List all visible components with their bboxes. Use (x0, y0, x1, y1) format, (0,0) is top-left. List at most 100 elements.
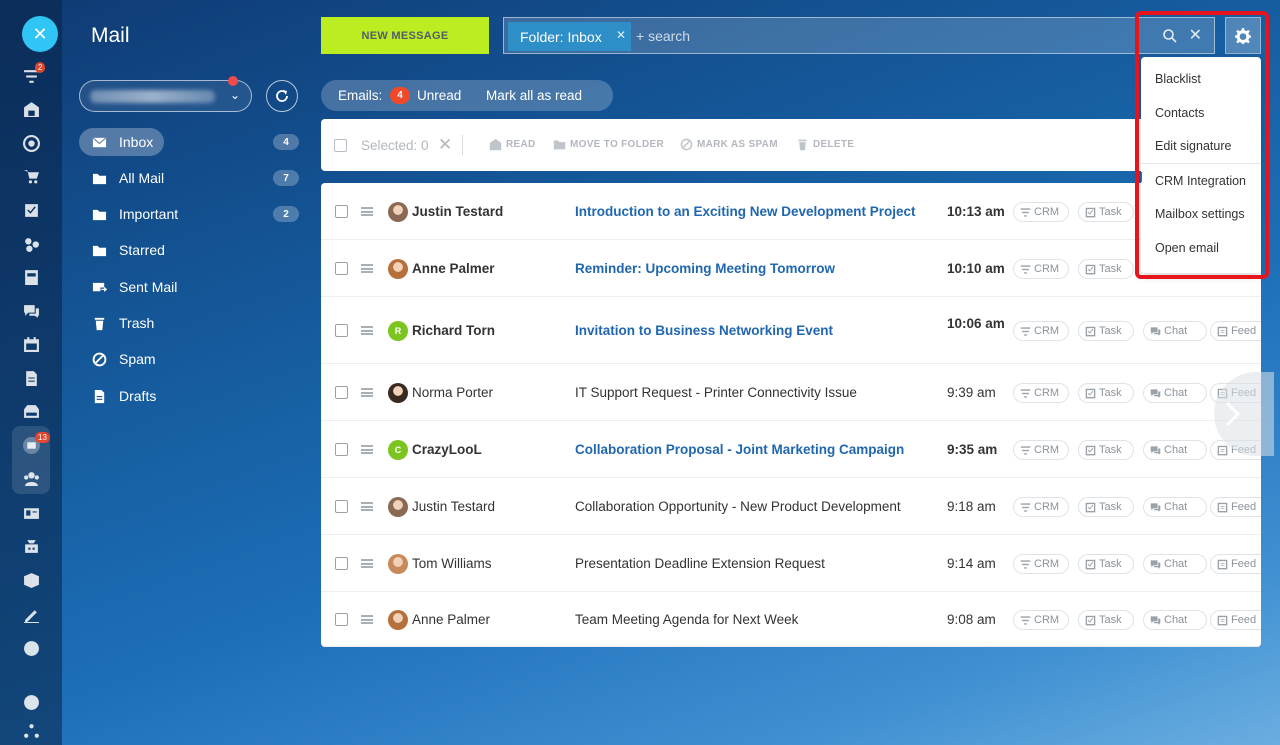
email-subject[interactable]: Collaboration Proposal - Joint Marketing… (575, 442, 904, 457)
drag-handle-icon[interactable] (361, 559, 373, 568)
email-row[interactable]: Justin Testard Introduction to an Excitin… (321, 183, 1261, 240)
unread-filter-link[interactable]: Unread (417, 88, 461, 103)
folder-important[interactable]: Important 2 (79, 200, 299, 228)
robot-icon[interactable] (20, 535, 42, 557)
clear-selection-icon[interactable]: ✕ (438, 135, 452, 155)
search-input[interactable]: + search (636, 28, 690, 44)
email-subject[interactable]: IT Support Request - Printer Connectivit… (575, 385, 857, 400)
task-button[interactable]: Task (1078, 440, 1134, 460)
team-icon[interactable] (20, 467, 42, 489)
folder-inbox[interactable]: Inbox 4 (79, 128, 299, 156)
feed-button[interactable]: Feed (1210, 497, 1261, 517)
chat-button[interactable]: Chat (1143, 383, 1207, 403)
row-checkbox[interactable] (335, 324, 348, 337)
contact-card-icon[interactable] (20, 502, 42, 524)
email-subject[interactable]: Invitation to Business Networking Event (575, 323, 833, 338)
chat-button[interactable]: Chat (1143, 321, 1207, 341)
remove-filter-icon[interactable]: ✕ (616, 28, 626, 42)
tasks-icon[interactable] (20, 199, 42, 221)
more-icon[interactable] (20, 637, 42, 659)
folder-starred[interactable]: Starred (79, 236, 299, 264)
sites-icon[interactable] (20, 233, 42, 255)
network-icon[interactable] (20, 720, 42, 742)
home-icon[interactable] (20, 98, 42, 120)
close-icon[interactable]: ✕ (22, 16, 58, 52)
row-checkbox[interactable] (335, 500, 348, 513)
crm-button[interactable]: CRM (1013, 497, 1069, 517)
row-checkbox[interactable] (335, 443, 348, 456)
email-subject[interactable]: Team Meeting Agenda for Next Week (575, 612, 798, 627)
box-icon[interactable] (20, 569, 42, 591)
task-button[interactable]: Task (1078, 497, 1134, 517)
email-row[interactable]: Norma Porter IT Support Request - Printer… (321, 364, 1261, 421)
email-subject[interactable]: Presentation Deadline Extension Request (575, 556, 825, 571)
sign-icon[interactable] (20, 603, 42, 625)
email-row[interactable]: R Richard Torn Invitation to Business Netw… (321, 297, 1261, 364)
drag-handle-icon[interactable] (361, 502, 373, 511)
mark-read-button[interactable]: READ (489, 138, 536, 151)
drag-handle-icon[interactable] (361, 264, 373, 273)
crm-button[interactable]: CRM (1013, 610, 1069, 630)
mark-as-spam-button[interactable]: MARK AS SPAM (680, 138, 778, 151)
target-icon[interactable] (20, 132, 42, 154)
delete-button[interactable]: DELETE (796, 138, 854, 151)
crm-button[interactable]: CRM (1013, 554, 1069, 574)
task-button[interactable]: Task (1078, 383, 1134, 403)
folder-spam[interactable]: Spam (79, 345, 299, 373)
row-checkbox[interactable] (335, 205, 348, 218)
folder-all-mail[interactable]: All Mail 7 (79, 164, 299, 192)
email-subject[interactable]: Collaboration Opportunity - New Product … (575, 499, 901, 514)
refresh-button[interactable] (266, 80, 298, 112)
crm-button[interactable]: CRM (1013, 259, 1069, 279)
row-checkbox[interactable] (335, 262, 348, 275)
folder-trash[interactable]: Trash (79, 309, 299, 337)
email-subject[interactable]: Introduction to an Exciting New Developm… (575, 204, 916, 219)
crm-button[interactable]: CRM (1013, 383, 1069, 403)
task-button[interactable]: Task (1078, 321, 1134, 341)
drag-handle-icon[interactable] (361, 445, 373, 454)
folder-filter-chip[interactable]: Folder: Inbox ✕ (508, 22, 631, 51)
select-all-checkbox[interactable] (334, 139, 347, 152)
chat-button[interactable]: Chat (1143, 497, 1207, 517)
email-row[interactable]: Anne Palmer Reminder: Upcoming Meeting To… (321, 240, 1261, 297)
row-checkbox[interactable] (335, 386, 348, 399)
drag-handle-icon[interactable] (361, 207, 373, 216)
search-bar[interactable]: Folder: Inbox ✕ + search ✕ (503, 17, 1215, 54)
email-row[interactable]: C CrazyLooL Collaboration Proposal - Joint… (321, 421, 1261, 478)
crm-button[interactable]: CRM (1013, 440, 1069, 460)
task-button[interactable]: Task (1078, 202, 1134, 222)
cart-icon[interactable] (20, 165, 42, 187)
email-row[interactable]: Anne Palmer Team Meeting Agenda for Next … (321, 592, 1261, 647)
drag-handle-icon[interactable] (361, 326, 373, 335)
feed-button[interactable]: Feed (1210, 610, 1261, 630)
mark-all-read-link[interactable]: Mark all as read (486, 88, 582, 103)
chat-icon[interactable] (20, 300, 42, 322)
task-button[interactable]: Task (1078, 610, 1134, 630)
email-row[interactable]: Tom Williams Presentation Deadline Extens… (321, 535, 1261, 592)
feed-button[interactable]: Feed (1210, 321, 1261, 341)
folder-drafts[interactable]: Drafts (79, 382, 299, 410)
chat-button[interactable]: Chat (1143, 440, 1207, 460)
mailbox-selector[interactable]: ⌄ (79, 76, 252, 112)
crm-button[interactable]: CRM (1013, 202, 1069, 222)
feed-button[interactable]: Feed (1210, 554, 1261, 574)
document-icon[interactable] (20, 367, 42, 389)
row-checkbox[interactable] (335, 613, 348, 626)
task-button[interactable]: Task (1078, 554, 1134, 574)
move-to-folder-button[interactable]: MOVE TO FOLDER (553, 138, 664, 151)
chat-button[interactable]: Chat (1143, 610, 1207, 630)
folder-sent-mail[interactable]: Sent Mail (79, 273, 299, 301)
drive-icon[interactable] (20, 400, 42, 422)
drag-handle-icon[interactable] (361, 388, 373, 397)
help-icon[interactable] (20, 691, 42, 713)
new-message-button[interactable]: NEW MESSAGE (321, 17, 489, 54)
row-checkbox[interactable] (335, 557, 348, 570)
feed-icon[interactable] (20, 266, 42, 288)
crm-button[interactable]: CRM (1013, 321, 1069, 341)
task-button[interactable]: Task (1078, 259, 1134, 279)
drag-handle-icon[interactable] (361, 615, 373, 624)
email-row[interactable]: Justin Testard Collaboration Opportunity … (321, 478, 1261, 535)
calendar-icon[interactable] (20, 333, 42, 355)
chat-button[interactable]: Chat (1143, 554, 1207, 574)
email-subject[interactable]: Reminder: Upcoming Meeting Tomorrow (575, 261, 835, 276)
